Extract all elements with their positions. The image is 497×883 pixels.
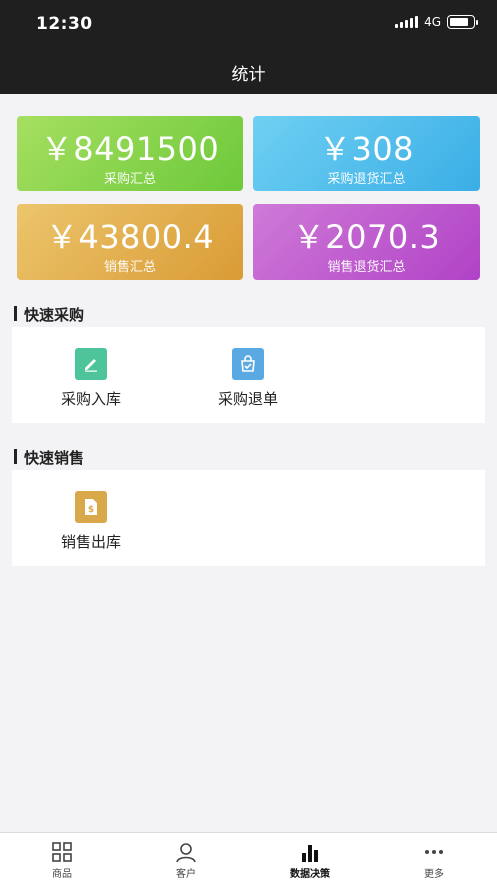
sales-out-button[interactable]: $ 销售出库 [31,491,151,552]
status-indicators: 4G [395,15,478,29]
sales-total-label: 销售汇总 [103,260,156,275]
pencil-icon [75,348,107,380]
sales-total-value: ￥43800.4 [45,218,215,256]
person-icon [176,843,196,863]
page-title: 统计 [231,65,266,85]
sales-out-label: 销售出库 [60,533,121,551]
purchase-return-label: 采购退单 [217,390,278,408]
tab-more[interactable]: 更多 [372,833,496,883]
tab-data-decision[interactable]: 数据决策 [248,833,372,883]
purchase-return-card[interactable]: ￥308 采购退货汇总 [253,116,480,191]
purchase-in-button[interactable]: 采购入库 [31,348,151,409]
tab-data-decision-label: 数据决策 [290,869,330,880]
sales-return-value: ￥2070.3 [292,218,441,256]
quick-sales-panel: $ 销售出库 [12,470,485,566]
purchase-total-card[interactable]: ￥8491500 采购汇总 [17,116,243,191]
quick-purchase-panel: 采购入库 采购退单 [12,327,485,423]
quick-purchase-title: 快速采购 [14,304,84,325]
tab-products-label: 商品 [52,869,72,880]
top-bar: 12:30 4G 统计 [0,0,497,94]
tab-products[interactable]: 商品 [0,833,124,883]
bar-chart-icon [302,845,318,862]
sales-return-card[interactable]: ￥2070.3 销售退货汇总 [253,204,480,280]
purchase-total-value: ￥8491500 [40,130,220,168]
purchase-in-label: 采购入库 [60,390,121,408]
sales-return-label: 销售退货汇总 [327,260,406,275]
status-time: 12:30 [36,14,93,34]
purchase-return-value: ￥308 [318,130,415,168]
signal-icon [395,16,419,28]
dollar-doc-icon: $ [75,491,107,523]
svg-text:$: $ [88,505,94,515]
more-dots-icon [425,850,443,854]
grid-icon [52,842,72,862]
tab-more-label: 更多 [424,869,444,880]
tab-customers-label: 客户 [176,869,196,880]
purchase-return-button[interactable]: 采购退单 [188,348,308,409]
tab-customers[interactable]: 客户 [124,833,248,883]
purchase-return-label: 采购退货汇总 [327,172,406,187]
bag-return-icon [232,348,264,380]
battery-icon [447,15,478,29]
sales-total-card[interactable]: ￥43800.4 销售汇总 [17,204,243,280]
purchase-total-label: 采购汇总 [103,172,156,187]
tab-bar: 商品 客户 数据决策 更多 [0,832,497,883]
network-type: 4G [424,15,441,29]
quick-sales-title: 快速销售 [14,447,84,468]
